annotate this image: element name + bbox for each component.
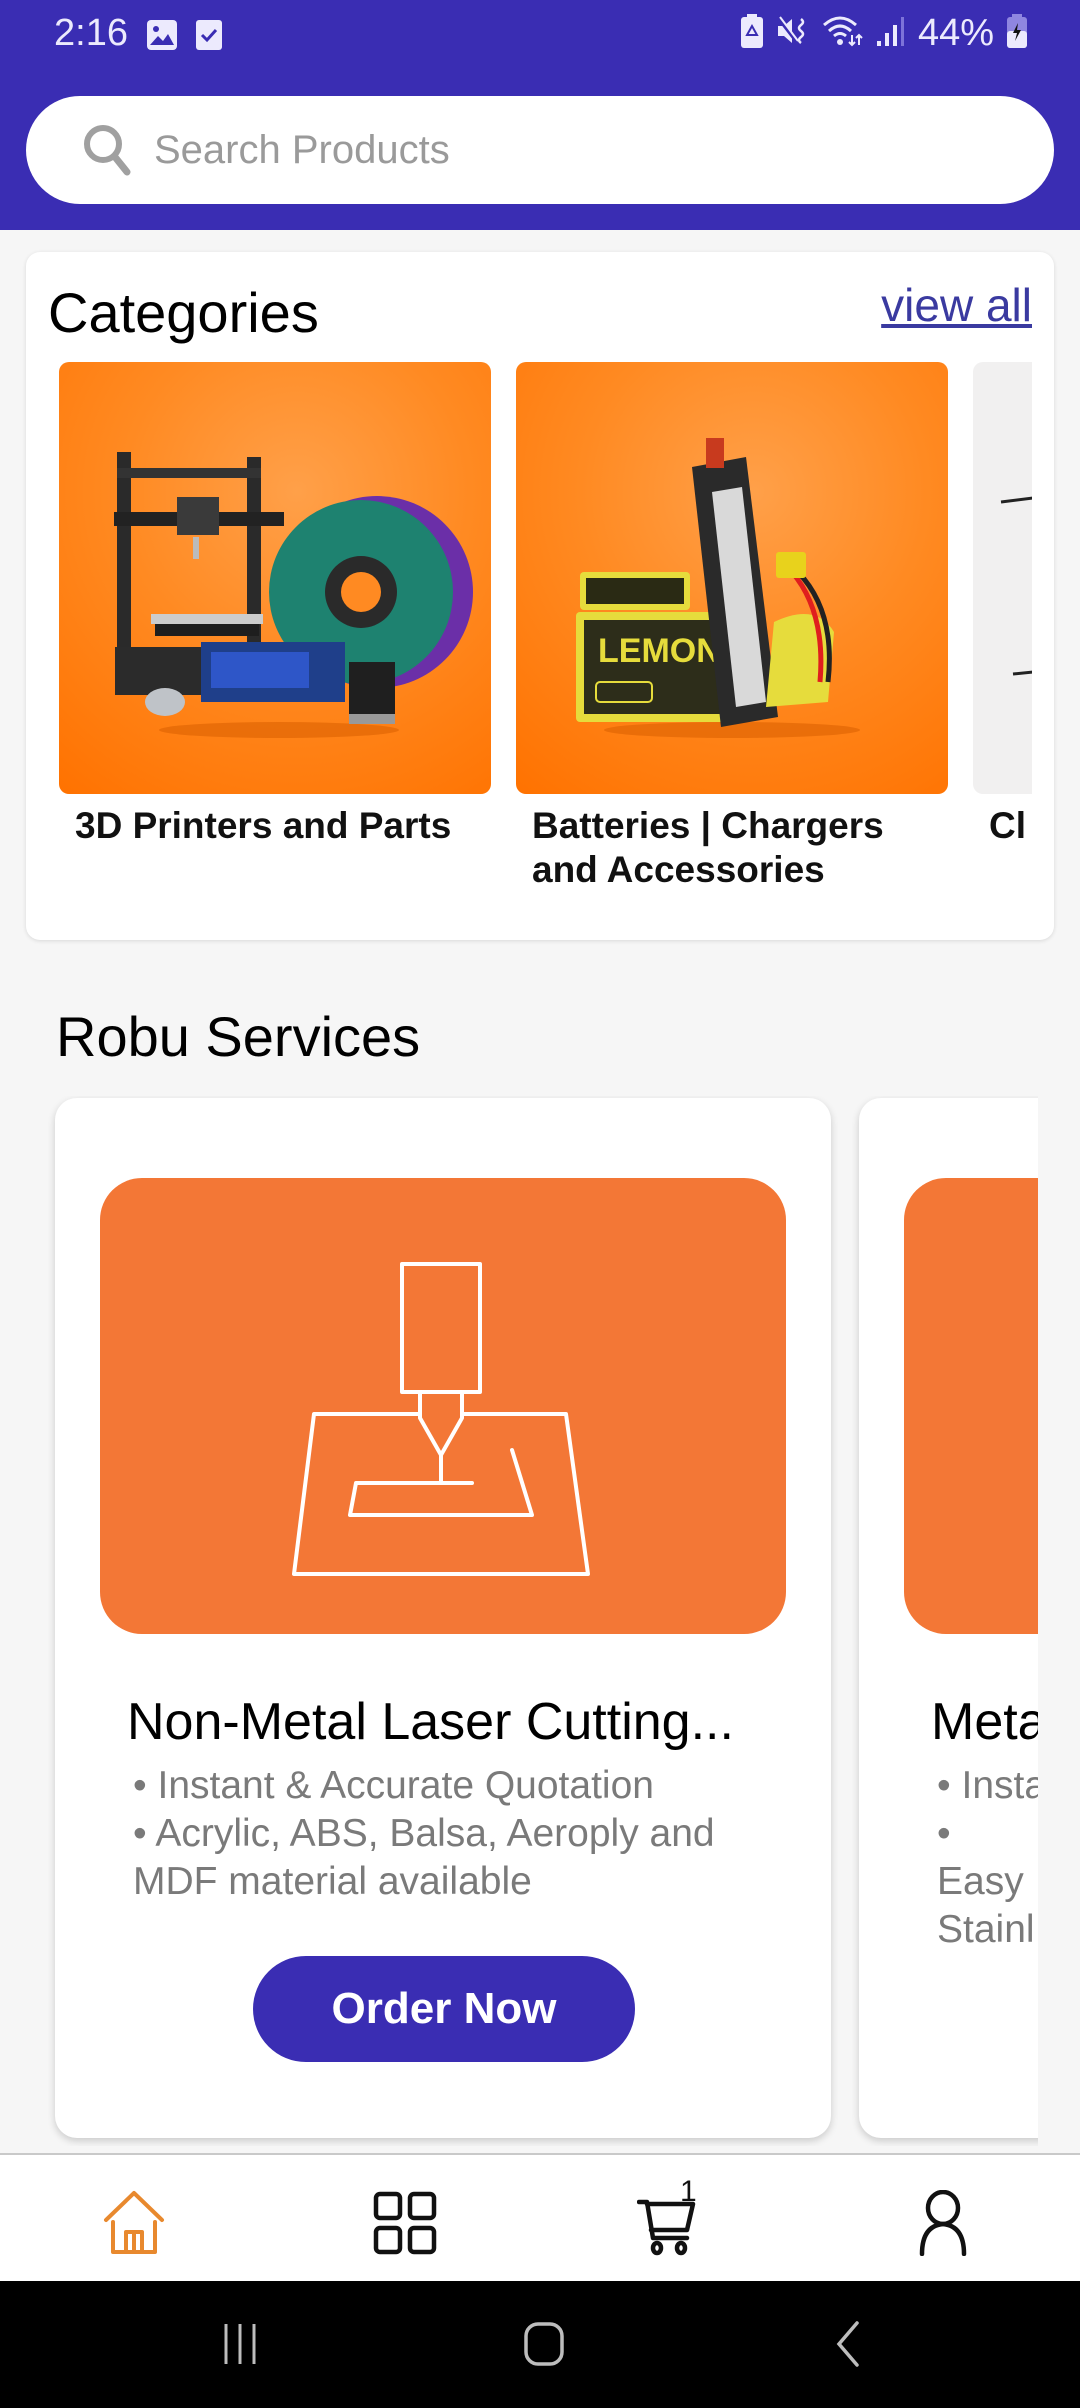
battery-saver-icon xyxy=(740,14,764,53)
category-label: 3D Printers and Parts xyxy=(75,805,452,846)
back-icon xyxy=(836,2321,859,2367)
svg-text:LEMON: LEMON xyxy=(598,632,721,670)
bottom-navigation: 1 xyxy=(0,2153,1080,2281)
home-button[interactable] xyxy=(514,2319,574,2369)
battery-percent: 44% xyxy=(917,12,994,54)
battery-charging-icon xyxy=(1006,14,1028,53)
categories-carousel[interactable]: 3D Printers and Parts LEMON Batteries | … xyxy=(26,362,1032,922)
home-icon xyxy=(104,2191,164,2254)
categories-card: Categories view all 3D Printers and Part… xyxy=(26,252,1054,940)
gallery-icon xyxy=(146,19,178,56)
wifi-icon xyxy=(822,15,864,52)
category-image-3d-printers[interactable] xyxy=(59,362,491,794)
grid-icon xyxy=(373,2191,437,2255)
search-input[interactable] xyxy=(154,127,954,173)
service-image xyxy=(100,1178,786,1634)
nav-home[interactable] xyxy=(94,2183,174,2263)
status-time: 2:16 xyxy=(54,12,128,54)
status-bar: 2:16 44% xyxy=(0,0,1080,70)
category-image-partial[interactable] xyxy=(973,362,1032,794)
service-bullet: • Insta xyxy=(937,1764,1038,1807)
signal-icon xyxy=(876,15,906,52)
services-title: Robu Services xyxy=(56,1005,421,1068)
app-header: 2:16 44% xyxy=(0,0,1080,230)
category-label: Batteries | Chargers and Accessories xyxy=(532,805,884,890)
system-navigation-bar xyxy=(0,2281,1080,2408)
service-bullet: • Instant & Accurate Quotation xyxy=(133,1764,654,1807)
laser-cutter-icon xyxy=(292,1262,590,1576)
recent-apps-icon xyxy=(224,2324,256,2364)
home-circle-icon xyxy=(524,2322,564,2366)
category-item[interactable]: Cl xyxy=(973,362,1032,848)
service-bullet: • Acrylic, ABS, Balsa, Aeroply and MDF m… xyxy=(133,1812,715,1903)
back-button[interactable] xyxy=(818,2319,878,2369)
view-all-link[interactable]: view all xyxy=(881,278,1032,332)
recent-apps-button[interactable] xyxy=(212,2319,272,2369)
nav-categories[interactable] xyxy=(365,2183,445,2263)
service-name: Non-Metal Laser Cutting... xyxy=(127,1693,734,1751)
service-card[interactable]: Non-Metal Laser Cutting... • Instant & A… xyxy=(55,1098,831,2138)
checkbox-icon xyxy=(195,19,223,56)
service-bullet: • Easy Stainl xyxy=(937,1812,1035,1951)
app-screen: 2:16 44% Search Products Categories view… xyxy=(0,0,1080,2408)
nav-account[interactable] xyxy=(903,2183,983,2263)
service-description: • Insta • Easy Stainl xyxy=(937,1762,1038,1954)
search-bar[interactable] xyxy=(26,96,1054,204)
user-icon xyxy=(919,2190,967,2256)
service-name: Meta xyxy=(931,1693,1038,1751)
nav-cart[interactable]: 1 xyxy=(628,2175,708,2263)
service-image xyxy=(904,1178,1038,1634)
order-now-button[interactable]: Order Now xyxy=(253,1956,635,2062)
services-carousel[interactable]: Non-Metal Laser Cutting... • Instant & A… xyxy=(0,1096,1038,2146)
categories-title: Categories xyxy=(48,281,319,344)
mute-vibrate-icon xyxy=(776,15,810,52)
category-image-batteries[interactable]: LEMON xyxy=(516,362,948,794)
search-icon xyxy=(82,123,132,177)
category-label: Cl xyxy=(989,805,1026,846)
category-item[interactable]: LEMON Batteries | Chargers and Accessori… xyxy=(516,362,948,892)
service-description: • Instant & Accurate Quotation • Acrylic… xyxy=(133,1762,773,1906)
service-card[interactable]: Meta • Insta • Easy Stainl xyxy=(859,1098,1038,2138)
status-right: 44% xyxy=(740,12,1028,55)
category-item[interactable]: 3D Printers and Parts xyxy=(59,362,491,848)
cart-count-badge: 1 xyxy=(680,2175,697,2208)
